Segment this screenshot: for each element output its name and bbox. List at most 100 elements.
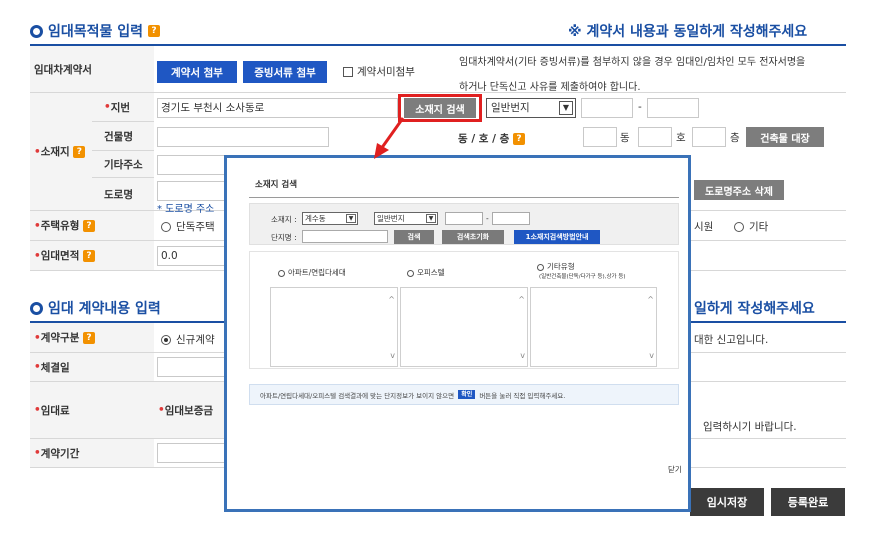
submit-button[interactable]: 등록완료 [771,488,845,516]
jibun-label: • 지번 [92,93,154,122]
attach-contract-button[interactable]: 계약서 첨부 [157,61,237,83]
building-ledger-button[interactable]: 건축물 대장 [746,127,824,147]
help-icon[interactable]: ? [83,331,96,344]
help-icon[interactable]: ? [83,219,96,232]
no-attach-checkbox-wrap[interactable]: 계약서미첨부 [343,64,415,79]
housing-option-right1: 시원 [694,221,714,233]
rent-note: 입력하시기 바랍니다. [703,421,797,433]
help-icon[interactable]: ? [148,25,161,37]
scroll-down-icon[interactable]: v [520,351,525,360]
dong-unit: 동 [620,132,630,144]
section1-notice: ※ 계약서 내용과 동일하게 작성해주세요 [568,24,808,40]
help-icon[interactable]: ? [512,133,525,145]
area-input[interactable]: 0.0 [157,246,227,266]
modal-title: 소재지 검색 [255,180,298,190]
building-input[interactable] [157,127,329,147]
chevron-down-icon: ▼ [559,101,573,115]
modal-info-bar: 아파트/연립다세대/오피스텔 검색결과에 맞는 단지정보가 보이지 않으면 확인… [249,384,679,405]
chevron-down-icon: ▼ [426,214,436,223]
period-input[interactable] [157,443,227,463]
contract-date-input[interactable] [157,357,227,377]
modal-results-box: 아파트/연립다세대 오피스텔 기타유형 (일반건축물(단독/다가구 등),상가 … [249,251,679,369]
lot-type-select[interactable]: 일반번지 ▼ [486,98,576,118]
modal-col-apartment[interactable]: 아파트/연립다세대 [278,267,346,278]
modal-col-other[interactable]: 기타유형 [537,261,575,272]
contract-type-label: • 계약구분 ? [30,323,154,352]
attach-evidence-button[interactable]: 증빙서류 첨부 [243,61,327,83]
scroll-up-icon[interactable]: ^ [388,295,395,304]
modal-location-select[interactable]: 계수동 ▼ [302,212,358,225]
modal-reset-button[interactable]: 검색초기화 [442,230,504,244]
contract-type-new[interactable]: 신규계약 [161,332,215,347]
modal-lot-type-select[interactable]: 일반번지 ▼ [374,212,438,225]
help-icon[interactable]: ? [83,249,96,262]
housing-type-label: • 주택유형 ? [30,211,154,240]
housing-option-etc[interactable]: 기타 [734,219,768,234]
road-label: 도로명 [92,178,154,211]
pointer-arrow-icon [374,117,405,159]
modal-lot-dash: - [486,214,489,223]
modal-lot-main-input[interactable] [445,212,483,225]
contract-doc-label: 임대차계약서 [30,46,154,92]
floor-input[interactable] [692,127,726,147]
etc-addr-input[interactable] [157,155,227,175]
address-input[interactable]: 경기도 부천시 소사동로 [157,98,398,118]
housing-option-detached[interactable]: 단독주택 [161,219,215,234]
modal-search-button[interactable]: 검색 [394,230,434,244]
modal-apartment-list[interactable]: ^ v [270,287,398,367]
contract-type-note: 대한 신고입니다. [694,334,769,346]
area-label: • 임대면적 ? [30,241,154,270]
radio-new-contract[interactable] [161,335,171,345]
section2-title: 임대 계약내용 입력 [30,298,161,318]
circle-bullet-icon [30,24,43,38]
modal-confirm-button[interactable]: 확인 [458,390,476,399]
modal-lot-sub-input[interactable] [492,212,530,225]
modal-col-other-sub: (일반건축물(단독/다가구 등),상가 등) [539,274,626,280]
modal-complex-label: 단지명 : [271,233,297,242]
modal-location-label: 소재지 : [271,215,297,224]
radio-detached[interactable] [161,222,171,232]
floor-unit: 층 [730,132,740,144]
scroll-up-icon[interactable]: ^ [647,295,654,304]
radio-apartment[interactable] [278,269,285,277]
contract-doc-help-line1: 임대차계약서(기타 증빙서류)를 첨부하지 않을 경우 임대인/임차인 모두 전… [459,57,806,68]
lot-main-input[interactable] [581,98,633,118]
modal-search-box: 소재지 : 계수동 ▼ 일반번지 ▼ - 단지명 : 검색 검색초기화 1소재지검색… [249,203,679,245]
ho-input[interactable] [638,127,672,147]
section2-notice: 일하게 작성해주세요 [694,301,815,317]
scroll-down-icon[interactable]: v [649,351,654,360]
help-icon[interactable]: ? [73,145,86,158]
dong-input[interactable] [583,127,617,147]
radio-etc[interactable] [734,222,744,232]
scroll-down-icon[interactable]: v [390,351,395,360]
location-search-modal: 소재지 검색 소재지 : 계수동 ▼ 일반번지 ▼ - 단지명 : 검색 검색초기화… [224,155,691,512]
contract-date-label: • 체결일 [30,353,154,381]
radio-other[interactable] [537,263,544,271]
modal-title-divider [249,197,679,198]
etc-addr-label: 기타주소 [92,151,154,178]
modal-officetel-list[interactable]: ^ v [400,287,528,367]
modal-complex-input[interactable] [302,230,388,243]
temp-save-button[interactable]: 임시저장 [690,488,764,516]
dong-ho-label: 동 / 호 / 층 ? [458,131,525,146]
modal-other-list[interactable]: ^ v [530,287,657,367]
scroll-up-icon[interactable]: ^ [518,295,525,304]
period-label: • 계약기간 [30,439,154,467]
contract-doc-help-line2: 하거나 단독신고 사유를 제출하여야 합니다. [459,82,641,93]
deposit-label: • 임대보증금 [154,382,224,439]
modal-guide-button[interactable]: 1소재지검색방법안내 [514,230,600,244]
lot-dash: - [638,101,642,113]
search-button-highlight [398,94,482,122]
circle-bullet-icon [30,301,43,315]
rent-label: • 임대료 [30,382,154,438]
section1-title: 임대목적물 입력 ? [30,21,161,41]
building-label: 건물명 [92,122,154,151]
ho-unit: 호 [676,132,686,144]
modal-col-officetel[interactable]: 오피스텔 [407,267,445,278]
modal-close-link[interactable]: 닫기 [668,464,682,475]
radio-officetel[interactable] [407,269,414,277]
road-delete-button[interactable]: 도로명주소 삭제 [694,180,784,200]
lot-sub-input[interactable] [647,98,699,118]
road-input[interactable] [157,181,227,201]
no-attach-checkbox[interactable] [343,67,353,77]
